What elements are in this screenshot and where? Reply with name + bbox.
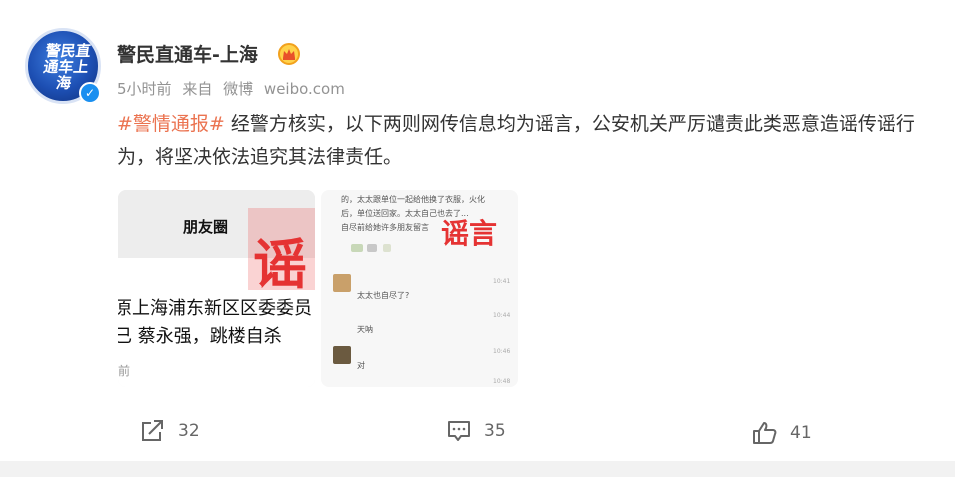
- rumor-stamp: 谣言: [441, 217, 498, 250]
- comment-count: 35: [484, 421, 506, 441]
- blurred-block: [367, 244, 377, 252]
- post-text: #警情通报# 经警方核实，以下两则网传信息均为谣言，公安机关严厉谴责此类恶意造谣…: [117, 108, 922, 174]
- comment-button[interactable]: 35: [446, 419, 506, 443]
- share-count: 32: [178, 421, 200, 441]
- feed-gap: [0, 461, 955, 477]
- share-button[interactable]: 32: [140, 419, 200, 443]
- chat-line-3: 自尽前给她许多朋友留言: [341, 223, 429, 232]
- hashtag-link[interactable]: #警情通报#: [117, 113, 225, 135]
- chat-message-1: 太太也自尽了?: [357, 291, 410, 300]
- blurred-block: [351, 244, 363, 252]
- verified-check-icon: ✓: [79, 82, 101, 104]
- like-count: 41: [790, 423, 812, 443]
- like-button[interactable]: 41: [752, 421, 812, 445]
- blurred-block: [383, 244, 391, 252]
- chat-avatar: [333, 346, 351, 364]
- crown-icon[interactable]: [278, 43, 300, 65]
- image-1-line-2: 已 蔡永强，跳楼自杀: [118, 326, 282, 347]
- share-icon: [142, 420, 163, 441]
- chat-message-3: 对: [357, 361, 365, 370]
- source-prefix: 来自: [182, 80, 213, 98]
- moments-title: 朋友圈: [183, 218, 229, 236]
- image-1-foot: 前: [118, 364, 131, 378]
- chat-line-1: 的，太太跟单位一起给他换了衣服，火化: [341, 195, 485, 204]
- chat-message-2: 天呐: [357, 325, 373, 334]
- rumor-stamp: 谣: [253, 233, 307, 296]
- post-time[interactable]: 5小时前: [117, 80, 172, 98]
- post-body: 经警方核实，以下两则网传信息均为谣言，公安机关严厉谴责此类恶意造谣传谣行为，将坚…: [117, 113, 915, 168]
- thumbs-up-icon: [753, 422, 777, 444]
- chat-avatar: [333, 274, 351, 292]
- source-app[interactable]: 微博: [223, 80, 253, 98]
- author-name[interactable]: 警民直通车-上海: [117, 40, 258, 67]
- chat-time: 10:46: [493, 348, 511, 355]
- chat-time: 10:48: [493, 378, 511, 385]
- source-site[interactable]: weibo.com: [264, 80, 345, 98]
- post-image-2[interactable]: 的，太太跟单位一起给他换了衣服，火化 后，单位送回家。太太自己也去了... 自尽…: [321, 190, 518, 387]
- comment-icon: [448, 421, 470, 441]
- weibo-post-card: 警民直通车上海 ✓ 警民直通车-上海 5小时前 来自 微博 weibo.com …: [0, 0, 955, 461]
- chat-time: 10:44: [493, 312, 511, 319]
- post-image-1[interactable]: 朋友圈 原上海浦东新区区委委员 已 蔡永强，跳楼自杀 谣 前: [118, 190, 315, 387]
- chat-time: 10:41: [493, 278, 511, 285]
- post-meta: 5小时前 来自 微博 weibo.com: [117, 78, 351, 99]
